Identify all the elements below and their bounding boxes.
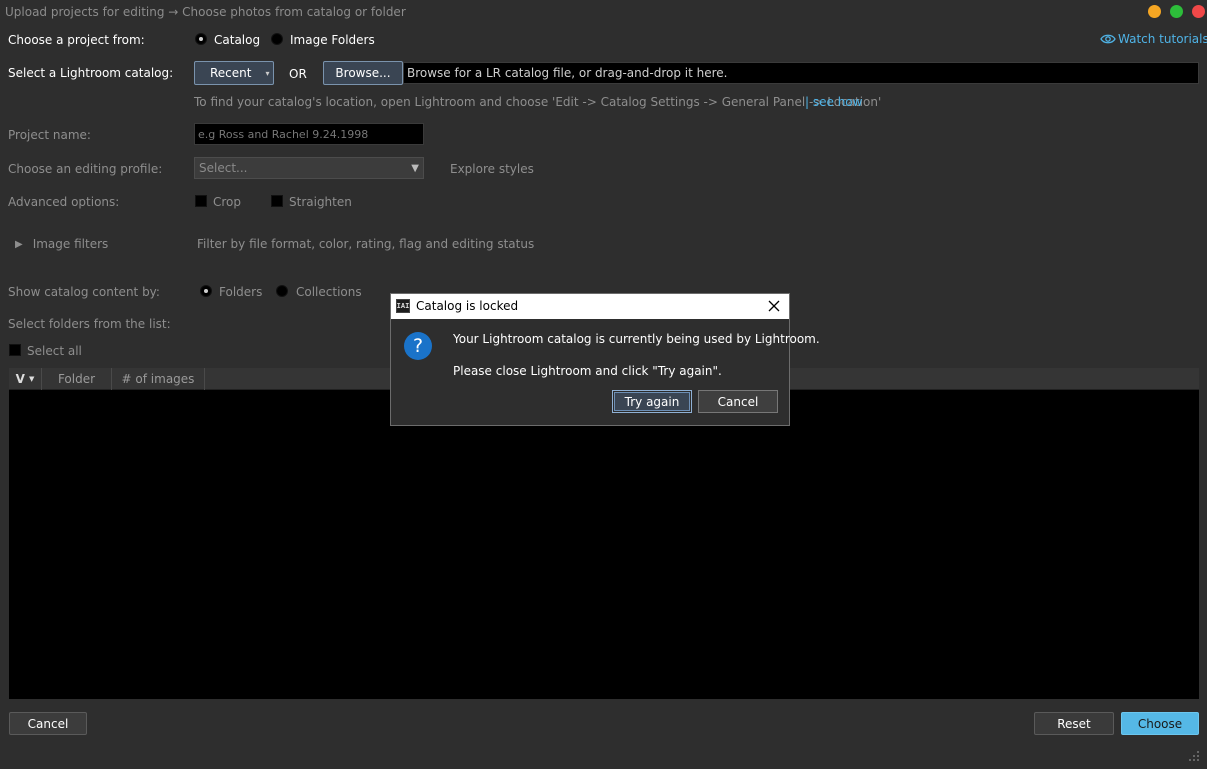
cancel-button[interactable]: Cancel	[9, 712, 87, 735]
straighten-checkbox[interactable]	[271, 195, 283, 207]
select-all-label[interactable]: Select all	[27, 344, 82, 358]
image-filters-description: Filter by file format, color, rating, fl…	[197, 237, 535, 251]
explore-styles-link[interactable]: Explore styles	[450, 162, 534, 176]
folders-radio-label[interactable]: Folders	[219, 285, 262, 299]
folders-radio[interactable]	[200, 285, 212, 297]
project-name-label: Project name:	[8, 128, 91, 142]
chevron-down-icon: ▼	[411, 162, 419, 174]
column-header-folder[interactable]: Folder	[42, 368, 112, 390]
editing-profile-label: Choose an editing profile:	[8, 162, 163, 176]
project-name-input[interactable]: e.g Ross and Rachel 9.24.1998	[194, 123, 424, 145]
window-title: Upload projects for editing → Choose pho…	[5, 5, 406, 19]
browse-button[interactable]: Browse...	[323, 61, 403, 85]
editing-profile-select[interactable]: Select... ▼	[194, 157, 424, 179]
select-all-checkbox[interactable]	[9, 344, 21, 356]
maximize-button[interactable]	[1170, 5, 1183, 18]
close-button[interactable]	[1192, 5, 1205, 18]
recent-label: Recent	[210, 66, 252, 80]
chevron-right-icon: ▶	[15, 238, 23, 250]
collections-radio[interactable]	[276, 285, 288, 297]
crop-checkbox[interactable]	[195, 195, 207, 207]
dialog-cancel-button[interactable]: Cancel	[698, 390, 778, 413]
advanced-options-label: Advanced options:	[8, 195, 120, 209]
image-folders-radio-label[interactable]: Image Folders	[290, 33, 375, 47]
crop-label[interactable]: Crop	[213, 195, 241, 209]
straighten-label[interactable]: Straighten	[289, 195, 352, 209]
chevron-down-icon: ▾	[265, 68, 270, 78]
chevron-down-icon: ▼	[28, 375, 35, 383]
catalog-path-input[interactable]: Browse for a LR catalog file, or drag-an…	[403, 62, 1199, 84]
question-icon: ?	[404, 332, 432, 360]
image-filters-label: Image filters	[32, 237, 109, 251]
choose-button[interactable]: Choose	[1121, 712, 1199, 735]
catalog-radio-label[interactable]: Catalog	[214, 33, 260, 47]
catalog-radio[interactable]	[195, 33, 207, 45]
app-logo-icon: IAI	[396, 299, 410, 313]
dialog-title: Catalog is locked	[416, 299, 519, 313]
select-catalog-label: Select a Lightroom catalog:	[8, 66, 174, 80]
column-header-v[interactable]: V ▼	[9, 368, 42, 390]
dialog-title-bar: IAI Catalog is locked	[391, 294, 789, 319]
recent-dropdown[interactable]: Recent ▾	[194, 61, 274, 85]
reset-button[interactable]: Reset	[1034, 712, 1114, 735]
eye-icon	[1100, 34, 1116, 44]
see-how-link[interactable]: | see how	[805, 95, 862, 109]
image-folders-radio[interactable]	[271, 33, 283, 45]
catalog-hint: To find your catalog's location, open Li…	[194, 95, 882, 109]
dialog-close-icon[interactable]	[765, 297, 783, 315]
editing-profile-value: Select...	[199, 161, 248, 175]
image-filters-toggle[interactable]: ▶ Image filters	[15, 237, 108, 251]
select-folders-label: Select folders from the list:	[8, 317, 171, 331]
watch-tutorials-link[interactable]: Watch tutorials	[1100, 32, 1207, 46]
resize-grip-icon[interactable]	[1188, 750, 1200, 762]
dialog-message-line2: Please close Lightroom and click "Try ag…	[453, 364, 722, 378]
or-label: OR	[289, 67, 307, 81]
minimize-button[interactable]	[1148, 5, 1161, 18]
column-header-images[interactable]: # of images	[112, 368, 205, 390]
catalog-locked-dialog: IAI Catalog is locked ? Your Lightroom c…	[390, 293, 820, 426]
dialog-message-line1: Your Lightroom catalog is currently bein…	[453, 332, 820, 346]
try-again-button[interactable]: Try again	[612, 390, 692, 413]
watch-tutorials-label: Watch tutorials	[1118, 32, 1207, 46]
collections-radio-label[interactable]: Collections	[296, 285, 362, 299]
catalog-content-label: Show catalog content by:	[8, 285, 160, 299]
project-from-label: Choose a project from:	[8, 33, 145, 47]
